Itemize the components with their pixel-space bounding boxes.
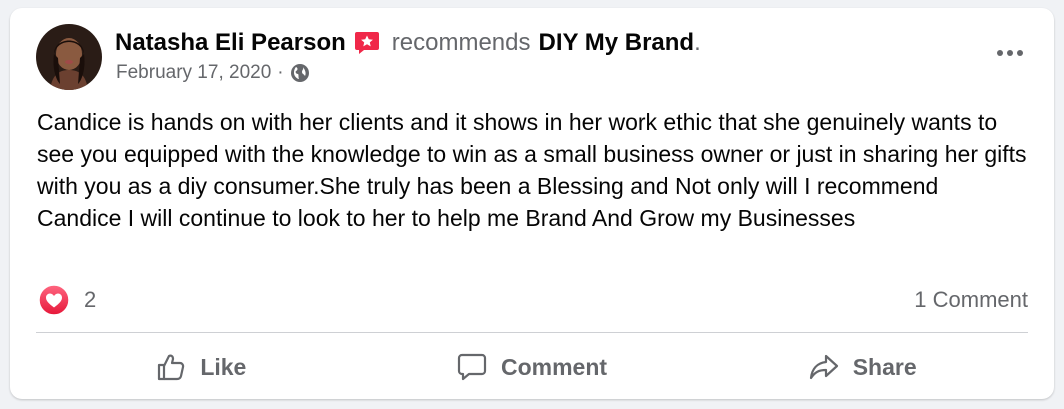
recommends-text: recommends [391,29,531,56]
author-name[interactable]: Natasha Eli Pearson [115,28,346,58]
page-link[interactable]: DIY My Brand [538,28,694,58]
post-meta: February 17, 2020 · [116,61,310,85]
comment-bubble-icon [457,353,487,381]
globe-icon[interactable] [290,63,310,83]
comment-count-link[interactable]: 1 Comment [914,287,1028,313]
like-label: Like [200,353,247,380]
more-dot [1017,50,1023,56]
post-card: Natasha Eli Pearson recommends DIY My Br… [10,8,1054,399]
reaction-count: 2 [84,287,97,312]
comment-button[interactable]: Comment [367,344,698,390]
avatar[interactable] [36,24,102,90]
more-dot [1007,50,1013,56]
action-bar: Like Comment Share [36,344,1028,390]
recommendation-icon [354,31,380,55]
header-period: . [694,29,701,56]
post-header: Natasha Eli Pearson recommends DIY My Br… [115,28,701,58]
more-options-button[interactable] [990,38,1030,68]
share-button[interactable]: Share [697,344,1028,390]
more-dot [997,50,1003,56]
comment-label: Comment [500,353,608,380]
share-label: Share [852,353,917,380]
reactions-summary[interactable]: 2 [38,284,96,316]
post-date[interactable]: February 17, 2020 [116,61,271,85]
post-body: Candice is hands on with her clients and… [37,109,1027,231]
like-button[interactable]: Like [36,344,367,390]
divider [36,332,1028,333]
love-reaction-icon [38,284,70,316]
share-arrow-icon [809,354,838,380]
meta-separator: · [277,62,284,83]
thumbs-up-icon [158,354,185,381]
